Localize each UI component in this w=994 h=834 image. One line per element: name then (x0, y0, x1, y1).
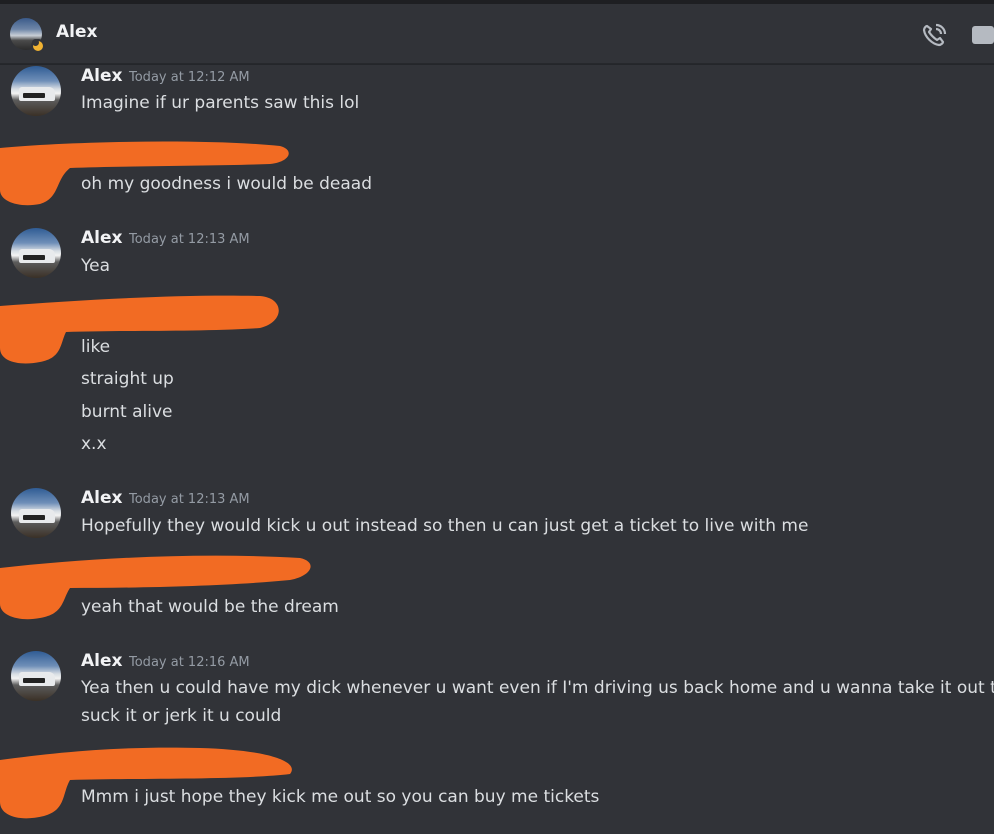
message-text: suck it or jerk it u could (81, 706, 282, 726)
message-timestamp: Today at 12:13 AM (129, 492, 250, 507)
message-author[interactable]: Alex (81, 228, 122, 248)
dm-header: Alex (0, 4, 994, 64)
redaction-scribble (0, 295, 279, 364)
message-timestamp: Today at 12:16 AM (129, 655, 250, 670)
avatar[interactable] (11, 66, 61, 116)
idle-status-icon (31, 39, 45, 53)
message-text: yeah that would be the dream (81, 597, 339, 617)
dm-title[interactable]: Alex (56, 22, 97, 42)
phone-call-icon[interactable] (920, 20, 950, 50)
message-text: like (81, 337, 111, 357)
message-text: straight up (81, 369, 174, 389)
avatar[interactable] (11, 228, 61, 278)
message-author[interactable]: Alex (81, 66, 122, 86)
message-text: Mmm i just hope they kick me out so you … (81, 787, 600, 807)
avatar[interactable] (11, 651, 61, 701)
message-text: Yea then u could have my dick whenever u… (81, 678, 994, 698)
message-text: Hopefully they would kick u out instead … (81, 516, 809, 536)
message-text: oh my goodness i would be deaad (81, 174, 372, 194)
header-avatar[interactable] (10, 18, 45, 53)
video-camera-icon[interactable] (970, 24, 994, 46)
message-author[interactable]: Alex (81, 488, 122, 508)
message-text: Yea (81, 256, 111, 276)
avatar[interactable] (11, 488, 61, 538)
message-text: burnt alive (81, 402, 173, 422)
message-timestamp: Today at 12:13 AM (129, 232, 250, 247)
message-timestamp: Today at 12:12 AM (129, 70, 250, 85)
redaction-scribble (0, 747, 292, 819)
message-author[interactable]: Alex (81, 651, 122, 671)
message-text: Imagine if ur parents saw this lol (81, 93, 360, 113)
message-text: x.x (81, 434, 107, 454)
